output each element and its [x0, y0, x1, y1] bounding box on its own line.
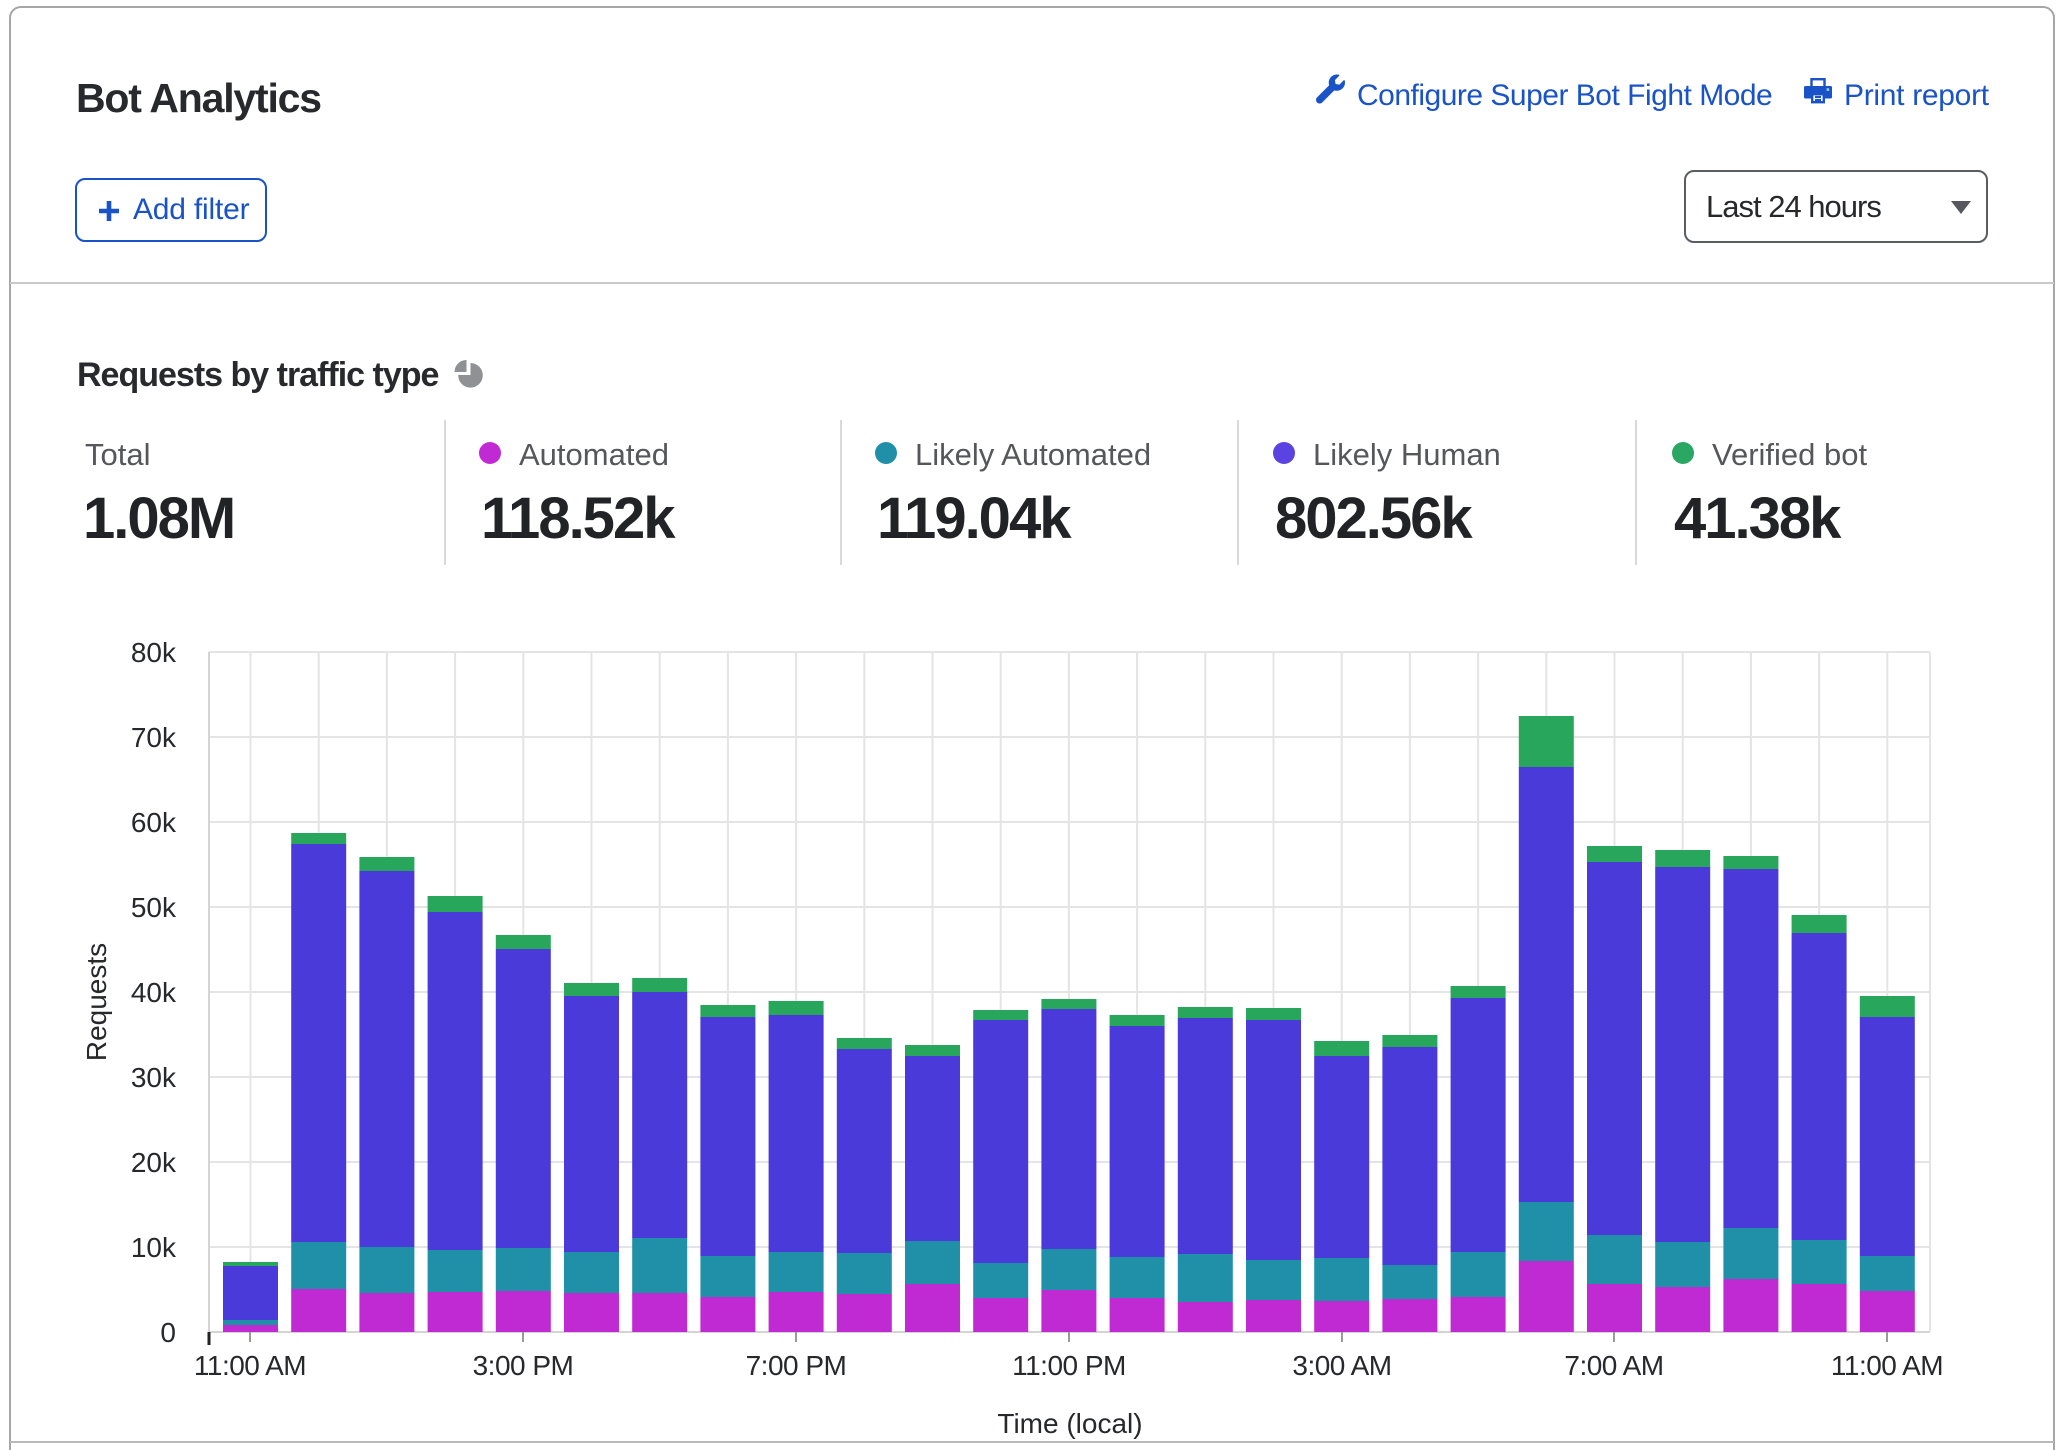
svg-text:80k: 80k	[131, 637, 177, 668]
svg-text:Time (local): Time (local)	[997, 1408, 1142, 1439]
svg-text:60k: 60k	[131, 807, 177, 838]
svg-text:40k: 40k	[131, 977, 177, 1008]
svg-text:10k: 10k	[131, 1232, 177, 1263]
svg-text:70k: 70k	[131, 722, 177, 753]
svg-text:30k: 30k	[131, 1062, 177, 1093]
svg-text:11:00 PM: 11:00 PM	[1012, 1350, 1126, 1381]
svg-text:11:00 AM: 11:00 AM	[194, 1350, 306, 1381]
svg-text:20k: 20k	[131, 1147, 177, 1178]
svg-text:11:00 AM: 11:00 AM	[1831, 1350, 1943, 1381]
svg-text:7:00 AM: 7:00 AM	[1564, 1350, 1663, 1381]
svg-text:Requests: Requests	[81, 943, 112, 1061]
svg-text:3:00 AM: 3:00 AM	[1292, 1350, 1391, 1381]
svg-text:0: 0	[160, 1317, 176, 1348]
svg-text:7:00 PM: 7:00 PM	[746, 1350, 847, 1381]
svg-text:3:00 PM: 3:00 PM	[473, 1350, 574, 1381]
svg-text:50k: 50k	[131, 892, 177, 923]
